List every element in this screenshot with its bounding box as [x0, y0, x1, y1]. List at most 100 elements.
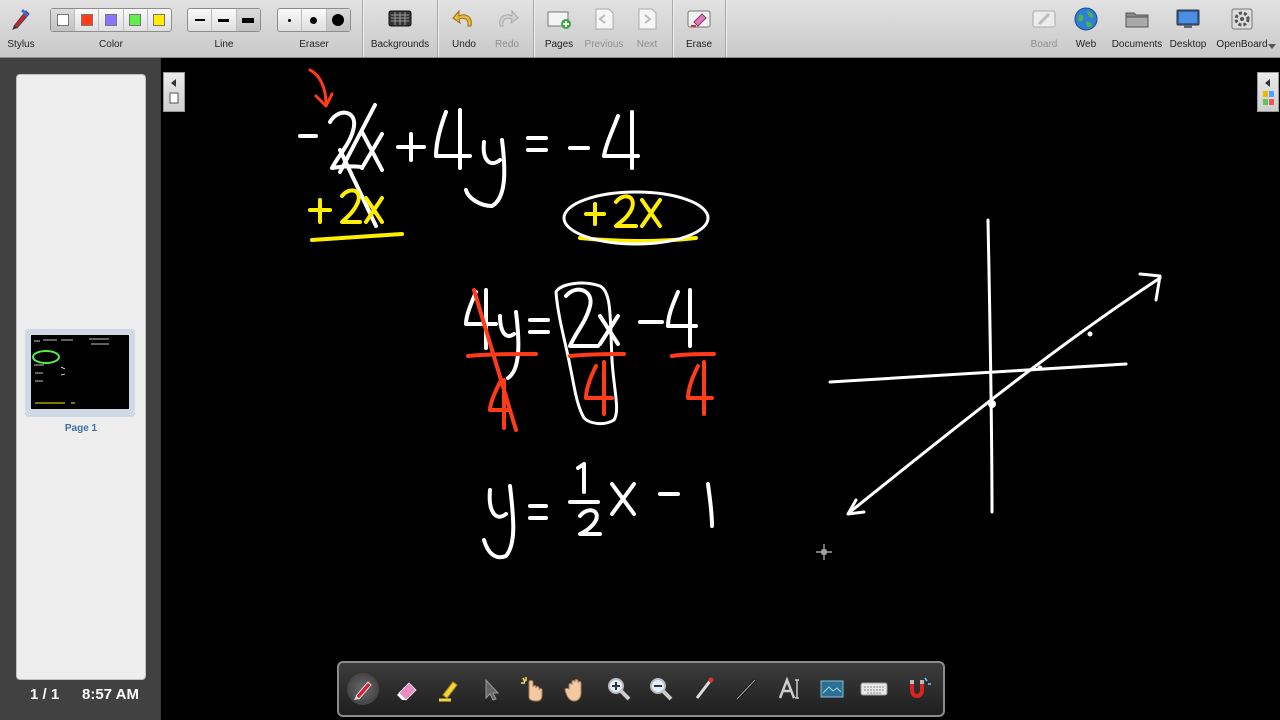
color-purple[interactable]: [99, 9, 124, 31]
previous-label: Previous: [584, 39, 624, 50]
text-icon: [778, 676, 799, 699]
zoom-in-tool-button[interactable]: [603, 673, 635, 705]
hand-icon: [564, 679, 582, 702]
documents-mode-button[interactable]: Documents: [1110, 0, 1164, 57]
ink-layer: [298, 68, 1162, 560]
page-thumbnail-selected[interactable]: [25, 329, 135, 417]
next-page-button[interactable]: Next: [630, 0, 664, 57]
documents-label: Documents: [1111, 39, 1163, 50]
color-yellow-swatch: [153, 14, 166, 26]
capture-tool-button[interactable]: [816, 673, 848, 705]
color-group: Color: [50, 0, 172, 57]
desktop-icon: [1176, 9, 1200, 28]
color-white[interactable]: [51, 9, 76, 31]
line-thick-mark: [242, 17, 255, 23]
zoom-in-icon: [608, 678, 631, 701]
equation-line-3: [482, 462, 714, 560]
gear-icon: [1231, 8, 1253, 30]
line-tool-button[interactable]: [730, 673, 762, 705]
library-icon: [1263, 79, 1274, 105]
text-tool-button[interactable]: [773, 673, 805, 705]
collapse-left-icon: [169, 79, 179, 104]
toolbar-separator: [437, 0, 438, 57]
page-label: Page 1: [64, 423, 98, 434]
whiteboard-canvas[interactable]: [161, 58, 1280, 720]
line-group: Line: [187, 0, 261, 57]
stylus-icon: [12, 8, 30, 30]
folder-icon: [1125, 12, 1149, 28]
eraser-tool-button[interactable]: [391, 673, 423, 705]
eraser-medium-dot: [310, 16, 318, 24]
main-toolbar: Stylus Color Line Eraser Backgrounds Und…: [0, 0, 1280, 58]
highlighter-tool-button[interactable]: [433, 673, 465, 705]
desktop-mode-button[interactable]: Desktop: [1166, 0, 1210, 57]
line-thick[interactable]: [236, 9, 260, 31]
selector-tool-button[interactable]: [475, 673, 507, 705]
redo-button[interactable]: Redo: [490, 0, 524, 57]
equation-line-1: [298, 103, 640, 228]
erase-button[interactable]: Erase: [680, 0, 718, 57]
page-counter: 1 / 1: [30, 686, 60, 703]
interact-tool-button[interactable]: [517, 673, 549, 705]
color-label: Color: [99, 39, 123, 50]
red-arrow-stroke: [308, 68, 334, 108]
zoom-out-tool-button[interactable]: [645, 673, 677, 705]
pages-label: Pages: [544, 39, 574, 50]
board-mode-button[interactable]: Board: [1026, 0, 1062, 57]
pen-tool-button[interactable]: [347, 673, 379, 705]
add-page-icon: [547, 11, 571, 29]
eraser-large-dot: [332, 14, 345, 26]
toolbar-separator: [533, 0, 534, 57]
coordinate-graph: [828, 218, 1162, 516]
keyboard-icon: [860, 682, 888, 696]
magnet-tool-button[interactable]: [901, 673, 933, 705]
backgrounds-label: Backgrounds: [370, 39, 430, 50]
undo-icon: [452, 9, 472, 27]
toolbar-separator: [672, 0, 673, 57]
color-purple-swatch: [105, 14, 117, 26]
stylus-button[interactable]: Stylus: [4, 0, 38, 57]
capture-icon: [820, 680, 844, 698]
web-mode-button[interactable]: Web: [1068, 0, 1104, 57]
page-thumbnail: [31, 335, 129, 409]
keyboard-tool-button[interactable]: [858, 673, 890, 705]
toolbar-separator: [362, 0, 363, 57]
eraser-medium[interactable]: [302, 9, 327, 31]
desktop-label: Desktop: [1169, 39, 1207, 50]
laser-pointer-tool-button[interactable]: [688, 673, 720, 705]
left-panel-toggle[interactable]: [163, 72, 185, 112]
color-yellow[interactable]: [148, 9, 171, 31]
right-panel-toggle[interactable]: [1257, 72, 1279, 112]
line-medium-mark: [218, 18, 230, 22]
redo-icon: [499, 9, 519, 27]
openboard-dropdown-arrow-icon[interactable]: [1268, 44, 1276, 50]
color-green[interactable]: [124, 9, 148, 31]
pages-button[interactable]: Pages: [540, 0, 578, 57]
line-thin[interactable]: [188, 9, 213, 31]
line-label: Line: [214, 39, 234, 50]
color-red[interactable]: [75, 9, 100, 31]
magnet-icon: [910, 677, 931, 698]
openboard-menu-button[interactable]: OpenBoard: [1212, 0, 1272, 57]
eraser-small-dot: [288, 18, 292, 22]
color-selector: [50, 8, 172, 32]
previous-page-button[interactable]: Previous: [583, 0, 625, 57]
line-icon: [735, 678, 757, 701]
globe-icon: [1074, 7, 1098, 31]
interactor-icon: [521, 677, 543, 702]
line-medium[interactable]: [212, 9, 237, 31]
yellow-annotations: [308, 188, 698, 243]
undo-button[interactable]: Undo: [446, 0, 482, 57]
stylus-label: Stylus: [7, 39, 35, 50]
undo-label: Undo: [452, 39, 476, 50]
eraser-large[interactable]: [326, 9, 350, 31]
crosshair-cursor-icon: [816, 544, 832, 560]
hand-tool-button[interactable]: [560, 673, 592, 705]
backgrounds-button[interactable]: Backgrounds: [368, 0, 432, 57]
page-list: Page 1: [16, 74, 146, 680]
stylus-palette: [337, 661, 945, 717]
previous-page-icon: [595, 8, 614, 30]
color-green-swatch: [129, 14, 142, 26]
laser-pointer-icon: [695, 677, 714, 699]
eraser-small[interactable]: [278, 9, 303, 31]
